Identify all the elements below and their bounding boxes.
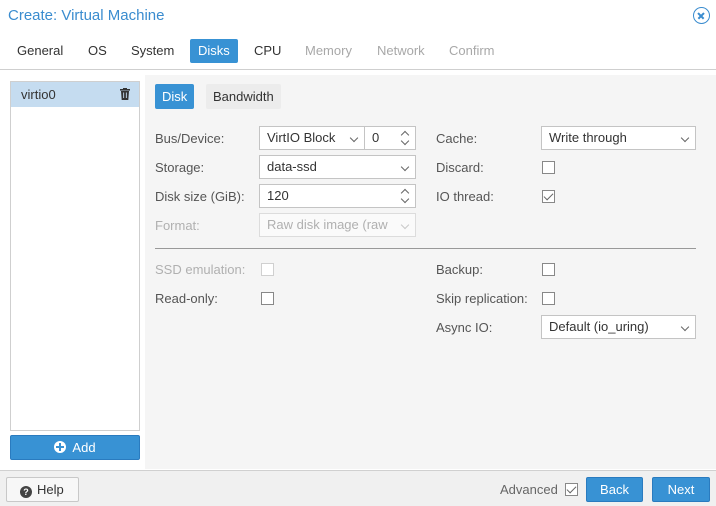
chevron-down-icon — [680, 133, 690, 143]
add-disk-button[interactable]: Add — [10, 435, 140, 460]
tab-general[interactable]: General — [9, 39, 71, 63]
format-label: Format: — [155, 218, 200, 233]
discard-checkbox[interactable] — [542, 161, 555, 174]
tab-memory: Memory — [305, 43, 352, 58]
add-disk-label: Add — [72, 440, 96, 455]
disk-size-input[interactable]: 120 — [259, 184, 416, 208]
cache-select[interactable]: Write through — [541, 126, 696, 150]
back-button[interactable]: Back — [586, 477, 643, 502]
device-number-input[interactable]: 0 — [364, 126, 416, 150]
chevron-down-icon — [349, 133, 359, 143]
bus-select-value: VirtIO Block — [267, 130, 336, 145]
advanced-checkbox[interactable] — [565, 483, 578, 496]
disk-list: virtio0 — [10, 81, 140, 431]
plus-circle-icon — [54, 441, 67, 453]
format-select-value: Raw disk image (raw — [267, 217, 388, 232]
tab-cpu[interactable]: CPU — [246, 39, 289, 63]
disk-list-item-label: virtio0 — [21, 87, 56, 102]
dialog-footer: ? Help Advanced Back Next — [0, 470, 716, 506]
format-select: Raw disk image (raw — [259, 213, 416, 237]
subtab-bandwidth[interactable]: Bandwidth — [206, 84, 281, 109]
backup-label: Backup: — [436, 262, 483, 277]
chevron-down-icon — [400, 220, 410, 230]
window-title: Create: Virtual Machine — [8, 7, 165, 24]
async-io-select[interactable]: Default (io_uring) — [541, 315, 696, 339]
next-button[interactable]: Next — [652, 477, 710, 502]
help-label: Help — [37, 482, 64, 497]
trash-icon[interactable] — [120, 88, 130, 100]
chevron-down-icon — [680, 322, 690, 332]
disk-config-panel: Disk Bandwidth Bus/Device: VirtIO Block … — [145, 75, 716, 469]
tab-confirm: Confirm — [449, 43, 495, 58]
read-only-checkbox[interactable] — [261, 292, 274, 305]
tab-disks[interactable]: Disks — [190, 39, 238, 63]
bus-device-label: Bus/Device: — [155, 131, 225, 146]
storage-select[interactable]: data-ssd — [259, 155, 416, 179]
tab-system[interactable]: System — [123, 39, 182, 63]
storage-label: Storage: — [155, 160, 205, 175]
io-thread-label: IO thread: — [436, 189, 494, 204]
question-circle-icon: ? — [20, 486, 32, 498]
disk-size-label: Disk size (GiB): — [155, 189, 245, 204]
async-io-label: Async IO: — [436, 320, 493, 335]
tab-network: Network — [377, 43, 425, 58]
window-titlebar: Create: Virtual Machine — [0, 0, 716, 33]
chevron-down-icon — [400, 162, 410, 172]
close-icon[interactable] — [693, 7, 710, 24]
disk-list-item[interactable]: virtio0 — [11, 82, 139, 107]
tab-os[interactable]: OS — [80, 39, 115, 63]
async-io-select-value: Default (io_uring) — [549, 319, 649, 334]
storage-select-value: data-ssd — [267, 159, 317, 174]
cache-label: Cache: — [436, 131, 478, 146]
spinner-down-icon[interactable] — [400, 139, 410, 147]
ssd-emulation-checkbox — [261, 263, 274, 276]
subtab-disk[interactable]: Disk — [155, 84, 195, 109]
discard-label: Discard: — [436, 160, 484, 175]
disk-size-value: 120 — [267, 188, 289, 203]
ssd-emulation-label: SSD emulation: — [155, 262, 246, 277]
advanced-label: Advanced — [500, 482, 558, 497]
read-only-label: Read-only: — [155, 291, 218, 306]
wizard-tabbar: General OS System Disks CPU Memory Netwo… — [0, 33, 716, 70]
backup-checkbox[interactable] — [542, 263, 555, 276]
bus-select[interactable]: VirtIO Block — [259, 126, 365, 150]
skip-replication-label: Skip replication: — [436, 291, 528, 306]
device-number-value: 0 — [372, 130, 380, 145]
io-thread-checkbox[interactable] — [542, 190, 555, 203]
help-button[interactable]: ? Help — [6, 477, 79, 502]
section-divider — [155, 248, 696, 249]
spinner-down-icon[interactable] — [400, 197, 410, 205]
skip-replication-checkbox[interactable] — [542, 292, 555, 305]
cache-select-value: Write through — [549, 130, 627, 145]
